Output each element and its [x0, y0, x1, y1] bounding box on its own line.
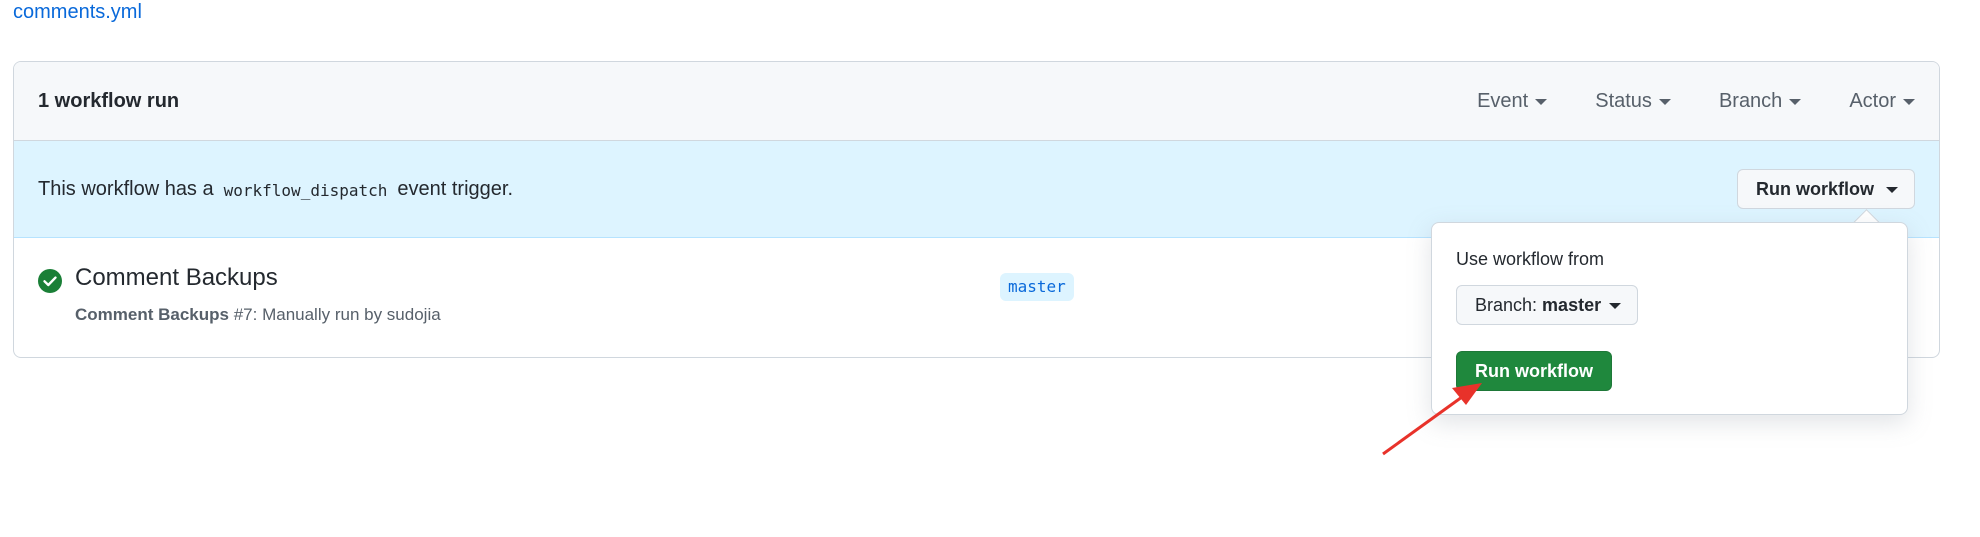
event-filter-label: Event: [1477, 89, 1529, 112]
branch-select-value: master: [1542, 294, 1602, 315]
dispatch-notice-text: This workflow has a workflow_dispatch ev…: [38, 178, 513, 201]
filter-bar: Event Status Branch Actor: [1477, 90, 1915, 113]
run-workflow-dropdown-button[interactable]: Run workflow: [1737, 169, 1915, 209]
run-meta-detail: #7: Manually run by sudojia: [233, 305, 441, 324]
run-workflow-dropdown-label: Run workflow: [1756, 178, 1874, 199]
chevron-down-icon: [1789, 99, 1802, 105]
workflow-file-link[interactable]: comments.yml: [13, 0, 142, 24]
notice-prefix: This workflow has a: [38, 177, 214, 200]
run-title[interactable]: Comment Backups: [75, 264, 278, 292]
run-workflow-popover: Use workflow from Branch: master Run wor…: [1431, 222, 1908, 415]
popover-label: Use workflow from: [1456, 249, 1605, 269]
workflow-run-count: 1 workflow run: [38, 89, 180, 112]
status-filter-label: Status: [1595, 89, 1652, 112]
chevron-down-icon: [1658, 99, 1671, 105]
run-meta: Comment Backups #7: Manually run by sudo…: [75, 305, 441, 325]
runs-header: 1 workflow run Event Status Branch Actor: [14, 62, 1939, 141]
check-circle-icon: [38, 269, 62, 293]
chevron-down-icon: [1609, 303, 1622, 309]
branch-filter-label: Branch: [1718, 89, 1783, 112]
actor-filter[interactable]: Actor: [1849, 90, 1915, 113]
notice-code: workflow_dispatch: [223, 180, 388, 200]
actor-filter-label: Actor: [1849, 89, 1896, 112]
run-workflow-button[interactable]: Run workflow: [1456, 351, 1612, 391]
run-meta-name: Comment Backups: [75, 305, 229, 324]
chevron-down-icon: [1535, 99, 1548, 105]
chevron-down-icon: [1886, 187, 1898, 193]
status-filter[interactable]: Status: [1595, 90, 1671, 113]
chevron-down-icon: [1903, 99, 1915, 105]
event-filter[interactable]: Event: [1477, 89, 1548, 113]
branch-filter[interactable]: Branch: [1718, 89, 1802, 113]
branch-select[interactable]: Branch: master: [1456, 285, 1639, 325]
workflow-page: comments.yml 1 workflow run Event Status…: [0, 0, 1980, 537]
branch-select-prefix: Branch:: [1475, 294, 1538, 315]
branch-tag[interactable]: master: [1000, 273, 1074, 301]
notice-suffix: event trigger.: [397, 177, 514, 200]
